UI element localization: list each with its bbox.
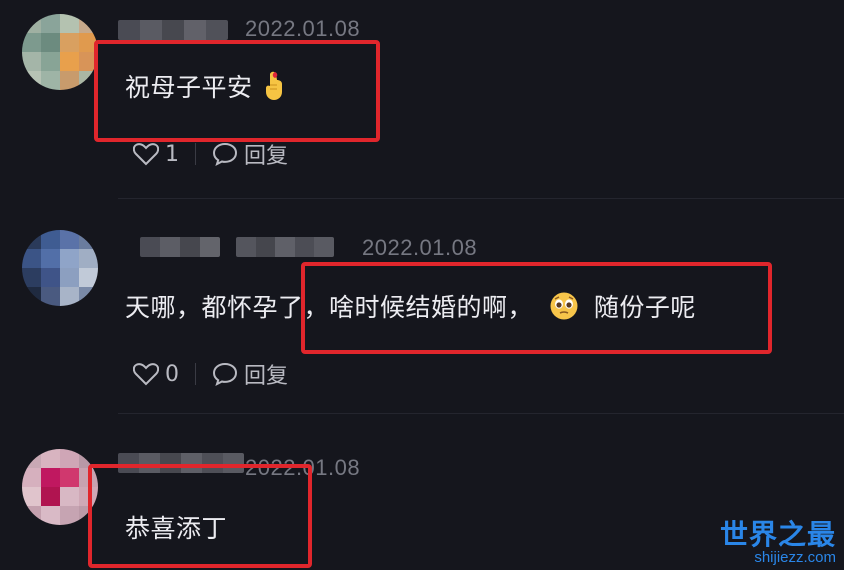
comment-divider — [118, 198, 844, 199]
highlight-box — [94, 40, 380, 142]
highlight-box — [88, 464, 312, 568]
divider — [195, 363, 196, 385]
highlight-box — [301, 262, 772, 354]
watermark-domain: shijiezz.com — [754, 549, 836, 566]
like-count: 1 — [165, 141, 179, 167]
divider — [195, 143, 196, 165]
avatar[interactable] — [22, 230, 98, 306]
watermark-title: 世界之最 — [719, 518, 836, 551]
username-blurred[interactable] — [140, 237, 220, 257]
username-blurred[interactable] — [118, 20, 228, 40]
reply-button[interactable]: 回复 — [212, 358, 288, 390]
comment-3: 2022.01.08 恭喜添丁 — [0, 435, 844, 570]
comment-date: 2022.01.08 — [245, 16, 361, 41]
comment-1: 2022.01.08 祝母子平安 1 回复 — [0, 0, 844, 205]
like-count: 0 — [165, 361, 179, 387]
username-blurred[interactable] — [236, 237, 334, 257]
avatar[interactable] — [22, 14, 98, 90]
comment-2: 2022.01.08 天哪，都怀孕了，啥时候结婚的啊， 随份子呢 0 回复 — [0, 205, 844, 435]
reply-button[interactable]: 回复 — [212, 138, 288, 170]
reply-label: 回复 — [244, 364, 289, 389]
speech-bubble-icon — [212, 142, 238, 166]
watermark: 世界之最 shijiezz.com — [720, 520, 836, 566]
like-button[interactable]: 1 — [133, 142, 179, 167]
comment-actions: 0 回复 — [133, 358, 288, 390]
comment-actions: 1 回复 — [133, 138, 288, 170]
heart-icon — [133, 143, 159, 166]
comment-date: 2022.01.08 — [362, 235, 478, 260]
avatar[interactable] — [22, 449, 98, 525]
like-button[interactable]: 0 — [133, 362, 179, 387]
comment-divider — [118, 413, 844, 414]
speech-bubble-icon — [212, 362, 238, 386]
heart-icon — [133, 363, 159, 386]
reply-label: 回复 — [244, 144, 289, 169]
